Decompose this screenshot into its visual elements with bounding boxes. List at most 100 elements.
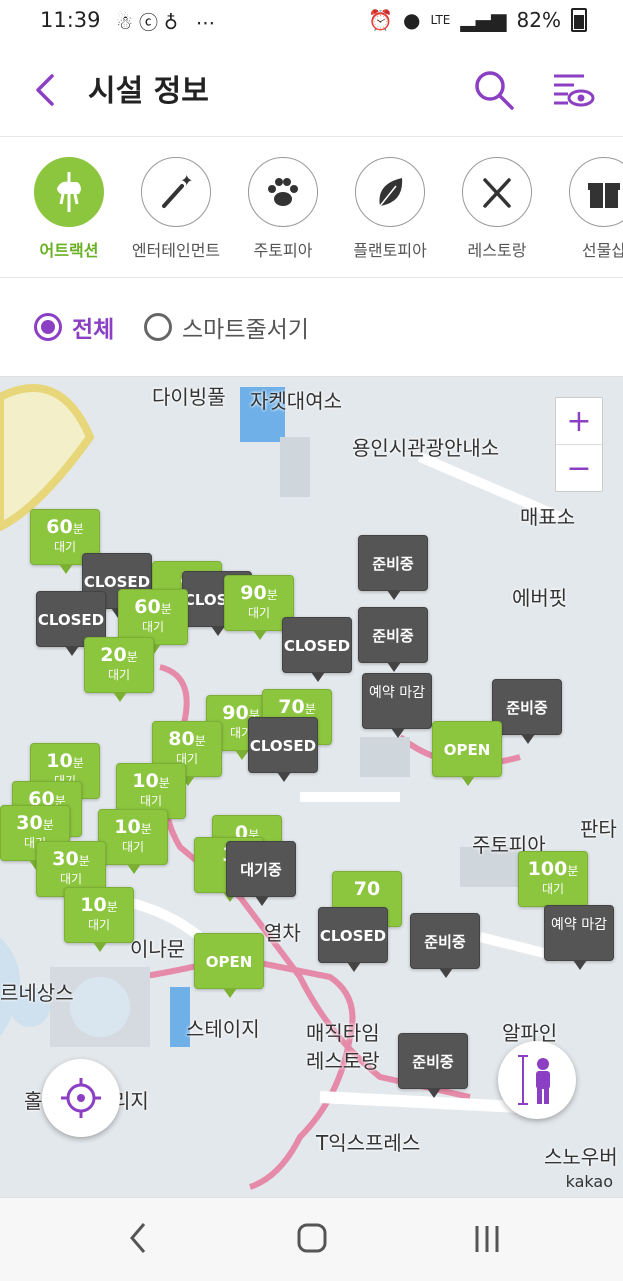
pin-sub: 대기 [141, 620, 165, 634]
map-label: 다이빙풀 [152, 385, 226, 409]
category-giftshop-circle [569, 157, 623, 227]
magic-wand-icon: ✦ [162, 172, 193, 208]
map-attribution: kakao [565, 1172, 613, 1191]
closed-pin[interactable]: CLOSED [282, 617, 352, 682]
open-pin[interactable]: OPEN [432, 721, 502, 786]
radio-all-label: 전체 [72, 317, 115, 343]
my-location-button[interactable] [42, 1059, 120, 1137]
radio-all[interactable]: 전체 [34, 310, 114, 344]
zoom-in-button[interactable]: + [556, 398, 602, 444]
nav-home-icon [297, 1223, 327, 1253]
preparing-pin[interactable]: 준비중 [410, 913, 480, 978]
map-label: 스노우버 [544, 1145, 618, 1169]
wait-time-pin[interactable]: 10분대기 [98, 809, 168, 874]
pin-text: 대기중 [240, 861, 282, 879]
back-button[interactable] [28, 68, 68, 112]
system-nav-bar [0, 1197, 623, 1281]
category-restaurant[interactable]: 레스토랑 [444, 157, 550, 261]
pin-unit: 분 [72, 756, 84, 770]
pin-unit: 분 [567, 864, 579, 878]
radio-dot [144, 313, 172, 341]
status-right: ⏰ ● LTE ▂▄▆ 82% [368, 8, 587, 32]
closed-pin[interactable]: CLOSED [248, 717, 318, 782]
map-label: 열차 [264, 921, 301, 945]
category-zootopia[interactable]: 주토피아 [230, 157, 336, 261]
zoom-out-button[interactable]: − [556, 444, 602, 491]
search-button[interactable] [470, 66, 518, 114]
pin-number: 10 [46, 750, 73, 772]
category-tabs: 어트랙션 ✦ 엔터테인먼트 주토피아 플랜토피아 레스토랑 선물샵 [0, 137, 623, 278]
paw-icon [268, 178, 298, 206]
waiting-pin[interactable]: 대기중 [226, 841, 296, 906]
nav-recent-icon [475, 1226, 499, 1252]
pin-unit: 분 [158, 776, 170, 790]
preparing-pin[interactable]: 준비중 [358, 535, 428, 600]
map-label: 용인시관광안내소 [352, 436, 500, 460]
wait-time-pin[interactable]: 10분대기 [64, 887, 134, 952]
map-label: 이나문 [130, 937, 186, 961]
alarm-icon: ⏰ [368, 8, 393, 32]
pin-number: 60 [46, 516, 73, 538]
category-plantopia[interactable]: 플랜토피아 [337, 157, 443, 261]
radio-dot [34, 313, 62, 341]
pin-text: CLOSED [319, 927, 387, 945]
category-giftshop[interactable]: 선물샵 [551, 157, 623, 261]
preparing-pin[interactable]: 준비중 [492, 679, 562, 744]
radio-smart-queue[interactable]: 스마트줄서기 [144, 310, 309, 344]
list-eye-icon [554, 74, 595, 107]
preparing-pin[interactable]: 준비중 [398, 1033, 468, 1098]
pin-number: 60 [134, 596, 161, 618]
pin-text: CLOSED [249, 737, 317, 755]
status-time: 11:39 [40, 8, 101, 32]
leaf-icon [379, 178, 403, 207]
pin-unit: 분 [78, 854, 90, 868]
map-label: 르네상스 [0, 981, 74, 1005]
map-label: 스테이지 [186, 1017, 260, 1041]
height-filter-button[interactable] [498, 1041, 576, 1119]
category-attraction[interactable]: 어트랙션 [16, 157, 122, 261]
view-filter-button[interactable] [548, 68, 596, 116]
search-icon [475, 71, 514, 110]
category-entertainment-circle: ✦ [141, 157, 211, 227]
pin-sub: 대기 [139, 794, 163, 808]
reservation-closed-pin[interactable]: 예약 마감 [544, 905, 614, 970]
preparing-pin[interactable]: 준비중 [358, 607, 428, 672]
map-label: 레스토랑 [306, 1049, 380, 1073]
pin-sub: 대기 [59, 872, 83, 886]
wait-time-pin[interactable]: 20분 대기 [84, 637, 154, 702]
map-view[interactable]: 다이빙풀 자켓대여소 용인시관광안내소 매표소 에버핏 주토피아 판타 알파인 … [0, 377, 623, 1197]
category-label: 어트랙션 [39, 241, 99, 260]
crosshair-icon [61, 1078, 101, 1118]
pin-number: 70 [278, 696, 305, 718]
page-title: 시설 정보 [88, 74, 209, 109]
pin-number: 70 [353, 878, 381, 900]
pin-sub: 대기 [87, 918, 111, 932]
category-label: 레스토랑 [467, 241, 527, 260]
category-entertainment[interactable]: ✦ 엔터테인먼트 [123, 157, 229, 261]
open-pin[interactable]: OPEN [194, 933, 264, 998]
pin-number: 100 [527, 858, 568, 880]
map-label: 매표소 [520, 505, 576, 529]
pin-unit: 분 [42, 818, 54, 832]
closed-pin[interactable]: CLOSED [318, 907, 388, 972]
category-attraction-circle [34, 157, 104, 227]
pin-number: 30 [52, 848, 79, 870]
reservation-closed-pin[interactable]: 예약 마감 [362, 673, 432, 738]
wait-time-pin[interactable]: 100분 대기 [518, 851, 588, 916]
chevron-left-icon [36, 74, 54, 106]
map-label: 자켓대여소 [250, 389, 342, 413]
battery-icon [571, 8, 587, 32]
person-height-icon [518, 1055, 550, 1105]
pin-text: 준비중 [412, 1053, 454, 1071]
map-label: T익스프레스 [316, 1131, 421, 1155]
category-restaurant-circle [462, 157, 532, 227]
nav-recent-button[interactable] [470, 1222, 504, 1256]
nav-back-button[interactable] [124, 1220, 152, 1256]
category-zootopia-circle [248, 157, 318, 227]
pin-unit: 분 [140, 822, 152, 836]
nav-home-button[interactable] [296, 1222, 328, 1254]
fork-knife-icon [483, 178, 511, 208]
category-plantopia-circle [355, 157, 425, 227]
pin-unit: 분 [266, 588, 278, 602]
svg-text:✦: ✦ [180, 172, 193, 190]
